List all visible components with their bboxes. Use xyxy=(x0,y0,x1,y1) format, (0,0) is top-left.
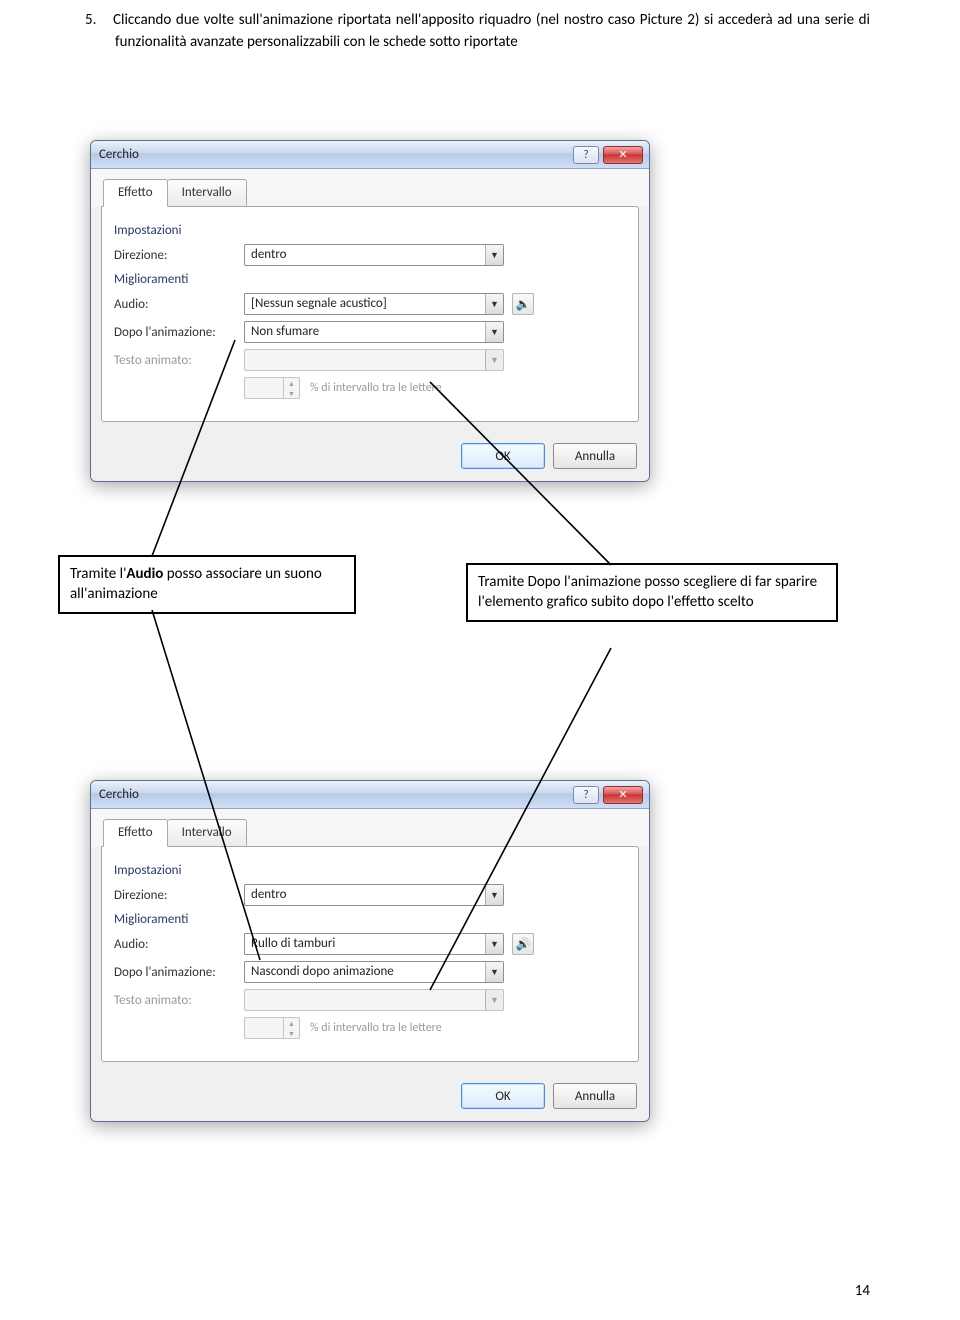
page-number: 14 xyxy=(855,1282,870,1300)
chevron-down-icon: ▼ xyxy=(485,294,503,314)
value-dopo-animazione: Non sfumare xyxy=(245,322,485,342)
combo-direzione[interactable]: dentro ▼ xyxy=(244,244,504,266)
chevron-down-icon: ▼ xyxy=(485,934,503,954)
value-audio: Rullo di tamburi xyxy=(245,934,485,954)
close-button[interactable]: ✕ xyxy=(603,786,643,804)
callout-dopo-animazione: Tramite Dopo l'animazione posso sceglier… xyxy=(466,563,838,622)
tab-intervallo[interactable]: Intervallo xyxy=(167,819,247,847)
tab-effetto[interactable]: Effetto xyxy=(103,819,168,847)
tabbar: Effetto Intervallo xyxy=(91,809,649,847)
combo-testo-animato: ▼ xyxy=(244,989,504,1011)
row-percent-letters: ▲▼ % di intervallo tra le lettere xyxy=(114,1017,626,1039)
label-direzione: Direzione: xyxy=(114,888,244,903)
row-percent-letters: ▲▼ % di intervallo tra le lettere xyxy=(114,377,626,399)
chevron-down-icon: ▼ xyxy=(485,350,503,370)
dialog-title: Cerchio xyxy=(99,147,569,162)
titlebar[interactable]: Cerchio ? ✕ xyxy=(91,781,649,809)
dialog-cerchio-2: Cerchio ? ✕ Effetto Intervallo Impostazi… xyxy=(90,780,650,1122)
chevron-down-icon: ▼ xyxy=(485,962,503,982)
chevron-down-icon: ▼ xyxy=(485,245,503,265)
dialog-panel: Impostazioni Direzione: dentro ▼ Miglior… xyxy=(101,206,639,422)
label-audio: Audio: xyxy=(114,937,244,952)
hint-percent-letters: % di intervallo tra le lettere xyxy=(310,381,442,395)
section-miglioramenti: Miglioramenti xyxy=(114,272,626,287)
ok-button[interactable]: OK xyxy=(461,443,545,469)
value-audio: [Nessun segnale acustico] xyxy=(245,294,485,314)
label-testo-animato: Testo animato: xyxy=(114,353,244,368)
value-dopo-animazione: Nascondi dopo animazione xyxy=(245,962,485,982)
tab-intervallo[interactable]: Intervallo xyxy=(167,179,247,207)
instruction-paragraph: 5. Cliccando due volte sull'animazione r… xyxy=(115,10,870,54)
value-direzione: dentro xyxy=(245,245,485,265)
help-button[interactable]: ? xyxy=(573,786,599,804)
chevron-down-icon: ▼ xyxy=(485,885,503,905)
combo-dopo-animazione[interactable]: Non sfumare ▼ xyxy=(244,321,504,343)
row-dopo-animazione: Dopo l'animazione: Non sfumare ▼ xyxy=(114,321,626,343)
spinner-percent: ▲▼ xyxy=(244,377,300,399)
combo-audio[interactable]: Rullo di tamburi ▼ xyxy=(244,933,504,955)
combo-dopo-animazione[interactable]: Nascondi dopo animazione ▼ xyxy=(244,961,504,983)
dialog-title: Cerchio xyxy=(99,787,569,802)
dialog-button-row: OK Annulla xyxy=(91,433,649,481)
row-direzione: Direzione: dentro ▼ xyxy=(114,244,626,266)
instruction-text: Cliccando due volte sull'animazione ripo… xyxy=(113,11,870,51)
combo-testo-animato: ▼ xyxy=(244,349,504,371)
cancel-button[interactable]: Annulla xyxy=(553,443,637,469)
label-audio: Audio: xyxy=(114,297,244,312)
tab-effetto[interactable]: Effetto xyxy=(103,179,168,207)
section-impostazioni: Impostazioni xyxy=(114,863,626,878)
row-audio: Audio: Rullo di tamburi ▼ 🔊 xyxy=(114,933,626,955)
spinner-percent: ▲▼ xyxy=(244,1017,300,1039)
label-direzione: Direzione: xyxy=(114,248,244,263)
chevron-down-icon: ▼ xyxy=(485,322,503,342)
close-button[interactable]: ✕ xyxy=(603,146,643,164)
ok-button[interactable]: OK xyxy=(461,1083,545,1109)
label-dopo-animazione: Dopo l'animazione: xyxy=(114,325,244,340)
row-testo-animato: Testo animato: ▼ xyxy=(114,989,626,1011)
row-direzione: Direzione: dentro ▼ xyxy=(114,884,626,906)
row-audio: Audio: [Nessun segnale acustico] ▼ 🔈 xyxy=(114,293,626,315)
speaker-icon[interactable]: 🔊 xyxy=(512,933,534,955)
value-direzione: dentro xyxy=(245,885,485,905)
combo-audio[interactable]: [Nessun segnale acustico] ▼ xyxy=(244,293,504,315)
section-miglioramenti: Miglioramenti xyxy=(114,912,626,927)
spinner-arrows-icon: ▲▼ xyxy=(283,378,299,398)
section-impostazioni: Impostazioni xyxy=(114,223,626,238)
hint-percent-letters: % di intervallo tra le lettere xyxy=(310,1021,442,1035)
combo-direzione[interactable]: dentro ▼ xyxy=(244,884,504,906)
help-button[interactable]: ? xyxy=(573,146,599,164)
dialog-cerchio-1: Cerchio ? ✕ Effetto Intervallo Impostazi… xyxy=(90,140,650,482)
tabbar: Effetto Intervallo xyxy=(91,169,649,207)
row-dopo-animazione: Dopo l'animazione: Nascondi dopo animazi… xyxy=(114,961,626,983)
dialog-panel: Impostazioni Direzione: dentro ▼ Miglior… xyxy=(101,846,639,1062)
cancel-button[interactable]: Annulla xyxy=(553,1083,637,1109)
label-testo-animato: Testo animato: xyxy=(114,993,244,1008)
callout-audio: Tramite l'Audio posso associare un suono… xyxy=(58,555,356,614)
row-testo-animato: Testo animato: ▼ xyxy=(114,349,626,371)
label-dopo-animazione: Dopo l'animazione: xyxy=(114,965,244,980)
titlebar[interactable]: Cerchio ? ✕ xyxy=(91,141,649,169)
list-number: 5. xyxy=(85,11,96,29)
speaker-icon[interactable]: 🔈 xyxy=(512,293,534,315)
dialog-button-row: OK Annulla xyxy=(91,1073,649,1121)
spinner-arrows-icon: ▲▼ xyxy=(283,1018,299,1038)
chevron-down-icon: ▼ xyxy=(485,990,503,1010)
